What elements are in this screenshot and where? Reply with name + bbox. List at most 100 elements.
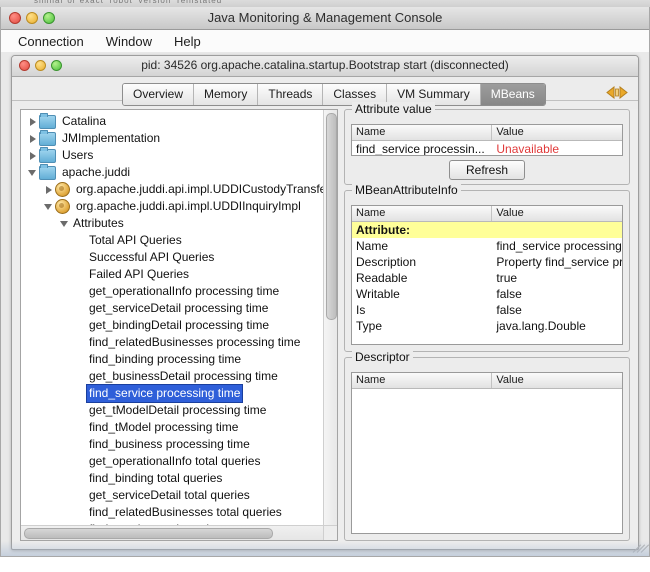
tab-mbeans[interactable]: MBeans <box>481 84 545 105</box>
descriptor-col-value: Value <box>492 373 622 388</box>
attribute-value-row-value: Unavailable <box>492 141 622 156</box>
table-row[interactable]: Namefind_service processing time <box>352 238 622 254</box>
attribute-value-col-name: Name <box>352 125 492 140</box>
folder-icon <box>39 132 56 146</box>
mbean-info-cell-name: Is <box>352 302 492 318</box>
mbean-info-cell-value: true <box>492 270 622 286</box>
tree-spacer <box>75 487 87 504</box>
left-right-arrows-icon[interactable] <box>605 85 629 99</box>
tree-node[interactable]: get_serviceDetail total queries <box>21 487 324 504</box>
mbean-info-cell-name: Description <box>352 254 492 270</box>
table-row[interactable]: Typejava.lang.Double <box>352 318 622 334</box>
tree-node[interactable]: apache.juddi <box>21 164 324 181</box>
tree-spacer <box>75 385 87 402</box>
chevron-right-icon[interactable] <box>43 181 55 198</box>
chevron-right-icon[interactable] <box>27 113 39 130</box>
tree-node[interactable]: find_business processing time <box>21 436 324 453</box>
folder-icon <box>39 166 56 180</box>
tree-node-label: JMImplementation <box>60 130 162 147</box>
descriptor-group: Descriptor Name Value <box>344 357 630 541</box>
tree-node[interactable]: get_businessDetail processing time <box>21 368 324 385</box>
attribute-value-group: Attribute value Name Value find_service … <box>344 109 630 185</box>
tree-node-label: get_serviceDetail processing time <box>87 300 270 317</box>
mbean-attribute-info-rows: Attribute:Namefind_service processing ti… <box>352 222 622 334</box>
tree-vertical-scrollbar[interactable] <box>323 110 337 526</box>
tree-node[interactable]: Successful API Queries <box>21 249 324 266</box>
mbean-info-cell-value: false <box>492 286 622 302</box>
attribute-value-table[interactable]: Name Value find_service processin... Una… <box>351 124 623 156</box>
table-row[interactable]: Writablefalse <box>352 286 622 302</box>
tree-node[interactable]: get_operationalInfo total queries <box>21 453 324 470</box>
tree-node[interactable]: Attributes <box>21 215 324 232</box>
tree-node-label: Successful API Queries <box>87 249 216 266</box>
tree-node[interactable]: org.apache.juddi.api.impl.UDDIInquiryImp… <box>21 198 324 215</box>
window-titlebar[interactable]: Java Monitoring & Management Console <box>1 7 649 30</box>
table-row[interactable]: Isfalse <box>352 302 622 318</box>
descriptor-table[interactable]: Name Value <box>351 372 623 534</box>
chevron-right-icon[interactable] <box>27 130 39 147</box>
menu-window[interactable]: Window <box>95 32 163 51</box>
chevron-down-icon[interactable] <box>27 164 39 181</box>
menu-help[interactable]: Help <box>163 32 212 51</box>
tree-node[interactable]: Users <box>21 147 324 164</box>
menu-connection[interactable]: Connection <box>7 32 95 51</box>
tree-node[interactable]: find_relatedBusinesses total queries <box>21 504 324 521</box>
refresh-button-container: Refresh <box>345 160 629 180</box>
table-row[interactable]: Attribute: <box>352 222 622 238</box>
tree-node-label: find_business processing time <box>87 436 252 453</box>
tree-spacer <box>75 317 87 334</box>
tree-node[interactable]: find_binding total queries <box>21 470 324 487</box>
chevron-down-icon[interactable] <box>43 198 55 215</box>
tree-node-label: get_bindingDetail processing time <box>87 317 271 334</box>
tree-node[interactable]: find_binding processing time <box>21 351 324 368</box>
tree-node-label: Attributes <box>71 215 126 232</box>
table-row[interactable]: Readabletrue <box>352 270 622 286</box>
tree-node[interactable]: find_service processing time <box>21 385 324 402</box>
tree-node-label: get_businessDetail processing time <box>87 368 280 385</box>
mbean-info-col-value: Value <box>492 206 622 221</box>
menu-bar: Connection Window Help <box>1 30 649 53</box>
tree-node[interactable]: get_operationalInfo processing time <box>21 283 324 300</box>
internal-frame: pid: 34526 org.apache.catalina.startup.B… <box>11 55 639 550</box>
chevron-down-icon[interactable] <box>59 215 71 232</box>
tree-node[interactable]: find_tModel processing time <box>21 419 324 436</box>
tree-horizontal-scrollbar-thumb[interactable] <box>24 528 273 539</box>
tree-spacer <box>75 419 87 436</box>
mbean-info-cell-name: Type <box>352 318 492 334</box>
tree-node[interactable]: Total API Queries <box>21 232 324 249</box>
tree-node[interactable]: Catalina <box>21 113 324 130</box>
mbean-tree-panel: CatalinaJMImplementationUsersapache.judd… <box>20 109 338 541</box>
tree-node[interactable]: org.apache.juddi.api.impl.UDDICustodyTra… <box>21 181 324 198</box>
tree-node-label: get_operationalInfo total queries <box>87 453 262 470</box>
table-row[interactable]: DescriptionProperty find_service proc... <box>352 254 622 270</box>
tree-horizontal-scrollbar[interactable] <box>21 525 324 540</box>
attribute-value-col-value: Value <box>492 125 622 140</box>
desktop-shadow <box>1 541 649 556</box>
tree-node[interactable]: JMImplementation <box>21 130 324 147</box>
tab-memory[interactable]: Memory <box>194 84 258 105</box>
tree-node[interactable]: get_serviceDetail processing time <box>21 300 324 317</box>
tree-node-label: Failed API Queries <box>87 266 191 283</box>
tree-spacer <box>75 436 87 453</box>
tree-vertical-scrollbar-thumb[interactable] <box>326 113 337 320</box>
tree-node[interactable]: get_tModelDetail processing time <box>21 402 324 419</box>
tree-node-label: find_relatedBusinesses total queries <box>87 504 284 521</box>
tree-node[interactable]: find_relatedBusinesses processing time <box>21 334 324 351</box>
internal-frame-titlebar[interactable]: pid: 34526 org.apache.catalina.startup.B… <box>12 56 638 77</box>
descriptor-table-header: Name Value <box>352 373 622 389</box>
tree-spacer <box>75 334 87 351</box>
tab-overview[interactable]: Overview <box>123 84 194 105</box>
mbean-attribute-info-table[interactable]: Name Value Attribute:Namefind_service pr… <box>351 205 623 345</box>
chevron-right-icon[interactable] <box>27 147 39 164</box>
tab-threads[interactable]: Threads <box>258 84 323 105</box>
tree-node-label: find_service processing time <box>87 385 242 402</box>
tree-node-label: org.apache.juddi.api.impl.UDDIInquiryImp… <box>74 198 303 215</box>
mbean-info-cell-value: Property find_service proc... <box>492 254 622 270</box>
mdi-desktop: pid: 34526 org.apache.catalina.startup.B… <box>1 52 649 556</box>
tree-node[interactable]: Failed API Queries <box>21 266 324 283</box>
attribute-value-legend: Attribute value <box>352 102 435 116</box>
refresh-button[interactable]: Refresh <box>449 160 525 180</box>
table-row[interactable]: find_service processin... Unavailable <box>352 141 622 156</box>
tree-node[interactable]: get_bindingDetail processing time <box>21 317 324 334</box>
mbean-tree[interactable]: CatalinaJMImplementationUsersapache.judd… <box>21 110 324 526</box>
